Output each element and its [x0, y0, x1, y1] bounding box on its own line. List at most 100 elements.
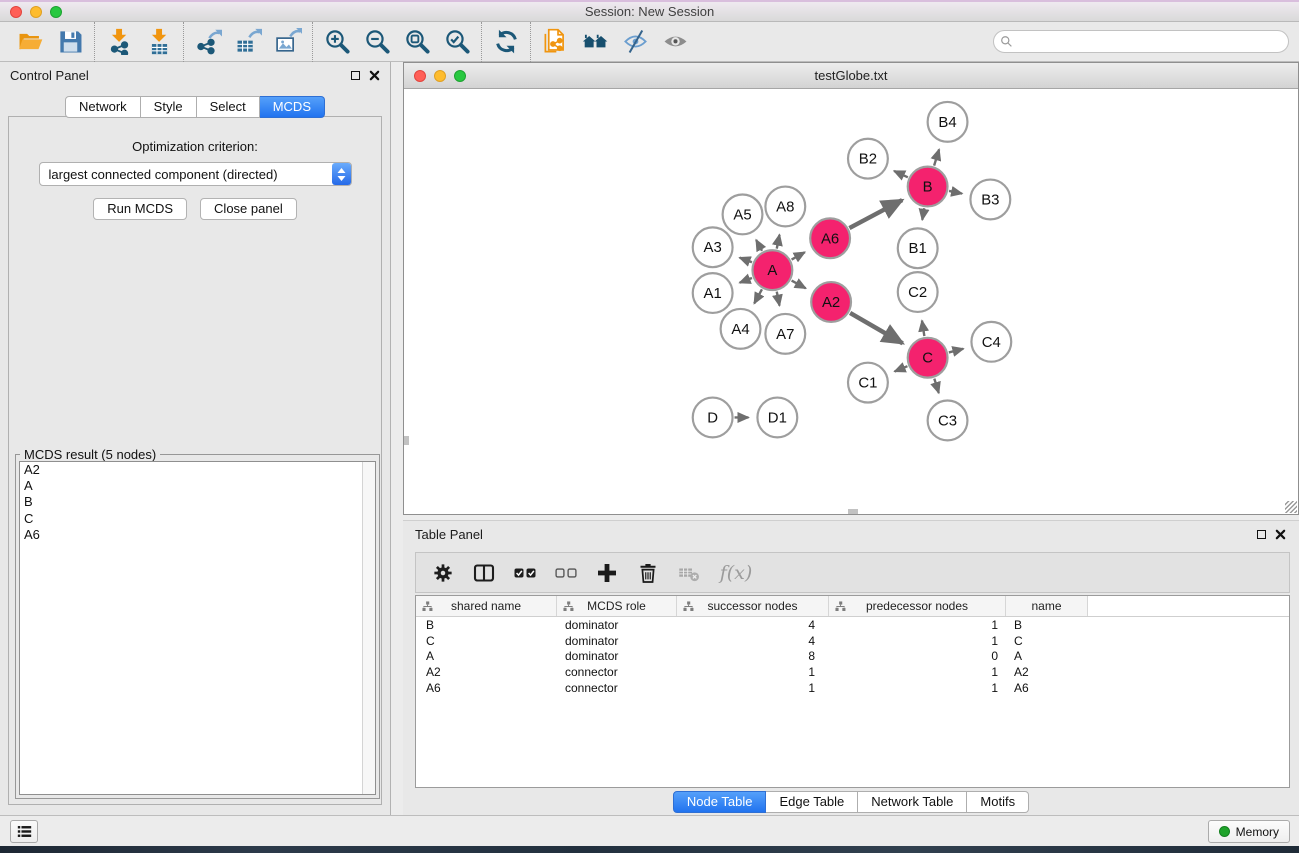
graph-node-A3[interactable]: A3: [693, 227, 733, 267]
maximize-window-button[interactable]: [50, 6, 62, 18]
graph-edge-A-A6[interactable]: [792, 252, 805, 259]
network-minimize-button[interactable]: [434, 70, 446, 82]
graph-node-D1[interactable]: D1: [757, 398, 797, 438]
memory-button[interactable]: Memory: [1208, 820, 1290, 843]
zoom-in-button[interactable]: [317, 25, 357, 59]
resize-grip-icon[interactable]: [1285, 501, 1297, 513]
graph-edge-A6-B[interactable]: [849, 200, 902, 228]
home-view-button[interactable]: [575, 25, 615, 59]
column-header-successor-nodes[interactable]: successor nodes: [677, 596, 829, 616]
graph-node-A5[interactable]: A5: [723, 195, 763, 235]
graph-edge-A-A7[interactable]: [777, 292, 780, 306]
graph-edge-A-A8[interactable]: [777, 235, 780, 249]
search-box[interactable]: [993, 30, 1289, 53]
bottom-divider-handle[interactable]: [848, 509, 858, 514]
graph-edge-C-C4[interactable]: [949, 349, 964, 353]
graph-edge-B-B4[interactable]: [934, 149, 939, 165]
table-row[interactable]: A6connector11A6: [416, 680, 1289, 696]
graph-edge-C-C1[interactable]: [895, 366, 908, 371]
column-header-shared-name[interactable]: shared name: [416, 596, 557, 616]
graph-node-D[interactable]: D: [693, 398, 733, 438]
close-panel-icon[interactable]: [369, 70, 380, 81]
import-network-button[interactable]: [99, 25, 139, 59]
delete-column-button[interactable]: [631, 556, 665, 590]
select-all-checkboxes-button[interactable]: [508, 556, 542, 590]
graph-edge-B-B3[interactable]: [949, 191, 962, 194]
minimize-window-button[interactable]: [30, 6, 42, 18]
graph-node-B[interactable]: B: [908, 167, 948, 207]
deselect-all-checkboxes-button[interactable]: [549, 556, 583, 590]
close-table-panel-icon[interactable]: [1275, 529, 1286, 540]
mcds-result-item[interactable]: A2: [20, 462, 375, 478]
table-row[interactable]: Bdominator41B: [416, 617, 1289, 633]
table-row[interactable]: Adominator80A: [416, 649, 1289, 665]
run-mcds-button[interactable]: Run MCDS: [93, 198, 187, 220]
add-column-button[interactable]: [590, 556, 624, 590]
graph-node-B2[interactable]: B2: [848, 139, 888, 179]
save-session-button[interactable]: [50, 25, 90, 59]
tab-motifs[interactable]: Motifs: [967, 791, 1029, 813]
result-scrollbar[interactable]: [362, 462, 375, 794]
mcds-result-item[interactable]: A6: [20, 527, 375, 543]
delete-table-button[interactable]: [672, 556, 706, 590]
graph-edge-C-C3[interactable]: [934, 379, 938, 393]
left-divider-handle[interactable]: [404, 436, 409, 445]
graph-node-A6[interactable]: A6: [810, 218, 850, 258]
float-panel-icon[interactable]: [351, 71, 360, 80]
split-table-view-button[interactable]: [467, 556, 501, 590]
graph-node-A8[interactable]: A8: [765, 187, 805, 227]
float-table-panel-icon[interactable]: [1257, 530, 1266, 539]
graph-edge-B-B2[interactable]: [894, 171, 908, 177]
show-panel-button[interactable]: [655, 25, 695, 59]
network-maximize-button[interactable]: [454, 70, 466, 82]
table-row[interactable]: A2connector11A2: [416, 664, 1289, 680]
network-canvas[interactable]: B4B2BB3A8A5A6A3B1AA1C2A2A4A7C4CC1DD1C3: [405, 90, 1297, 513]
task-history-button[interactable]: [10, 820, 38, 843]
settings-gear-button[interactable]: [426, 556, 460, 590]
refresh-layout-button[interactable]: [486, 25, 526, 59]
graph-node-C4[interactable]: C4: [971, 322, 1011, 362]
graph-edge-A-A2[interactable]: [792, 281, 806, 289]
table-row[interactable]: Cdominator41C: [416, 633, 1289, 649]
graph-node-B1[interactable]: B1: [898, 228, 938, 268]
function-builder-button[interactable]: f(x): [713, 556, 759, 590]
close-panel-button[interactable]: Close panel: [200, 198, 297, 220]
tab-network[interactable]: Network: [65, 96, 141, 118]
mcds-result-item[interactable]: C: [20, 511, 375, 527]
graph-edge-A-A5[interactable]: [756, 240, 762, 251]
graph-edge-A-A3[interactable]: [740, 258, 752, 263]
new-network-from-selection-button[interactable]: [535, 25, 575, 59]
graph-edge-A-A4[interactable]: [754, 289, 762, 303]
graph-node-A1[interactable]: A1: [693, 273, 733, 313]
tab-select[interactable]: Select: [197, 96, 260, 118]
tab-edge-table[interactable]: Edge Table: [766, 791, 858, 813]
export-table-button[interactable]: [228, 25, 268, 59]
column-header-predecessor-nodes[interactable]: predecessor nodes: [829, 596, 1006, 616]
criterion-dropdown[interactable]: largest connected component (directed): [39, 162, 352, 186]
search-input[interactable]: [1013, 33, 1288, 51]
graph-edge-A2-C[interactable]: [850, 313, 903, 343]
network-window-titlebar[interactable]: testGlobe.txt: [404, 63, 1298, 89]
graph-node-B3[interactable]: B3: [970, 180, 1010, 220]
graph-node-C3[interactable]: C3: [928, 401, 968, 441]
zoom-out-button[interactable]: [357, 25, 397, 59]
graph-node-C2[interactable]: C2: [898, 272, 938, 312]
graph-node-B4[interactable]: B4: [928, 102, 968, 142]
mcds-result-item[interactable]: B: [20, 494, 375, 510]
export-image-button[interactable]: [268, 25, 308, 59]
import-table-button[interactable]: [139, 25, 179, 59]
tab-mcds[interactable]: MCDS: [260, 96, 325, 118]
column-header-name[interactable]: name: [1006, 596, 1088, 616]
zoom-fit-button[interactable]: [397, 25, 437, 59]
graph-edge-C-C2[interactable]: [922, 321, 924, 336]
tab-network-table[interactable]: Network Table: [858, 791, 967, 813]
hide-panel-button[interactable]: [615, 25, 655, 59]
mcds-result-item[interactable]: A: [20, 478, 375, 494]
graph-node-A4[interactable]: A4: [721, 309, 761, 349]
close-window-button[interactable]: [10, 6, 22, 18]
graph-node-C[interactable]: C: [908, 338, 948, 378]
tab-style[interactable]: Style: [141, 96, 197, 118]
column-header-mcds-role[interactable]: MCDS role: [557, 596, 677, 616]
graph-edge-B-B1[interactable]: [922, 208, 924, 220]
export-network-button[interactable]: [188, 25, 228, 59]
